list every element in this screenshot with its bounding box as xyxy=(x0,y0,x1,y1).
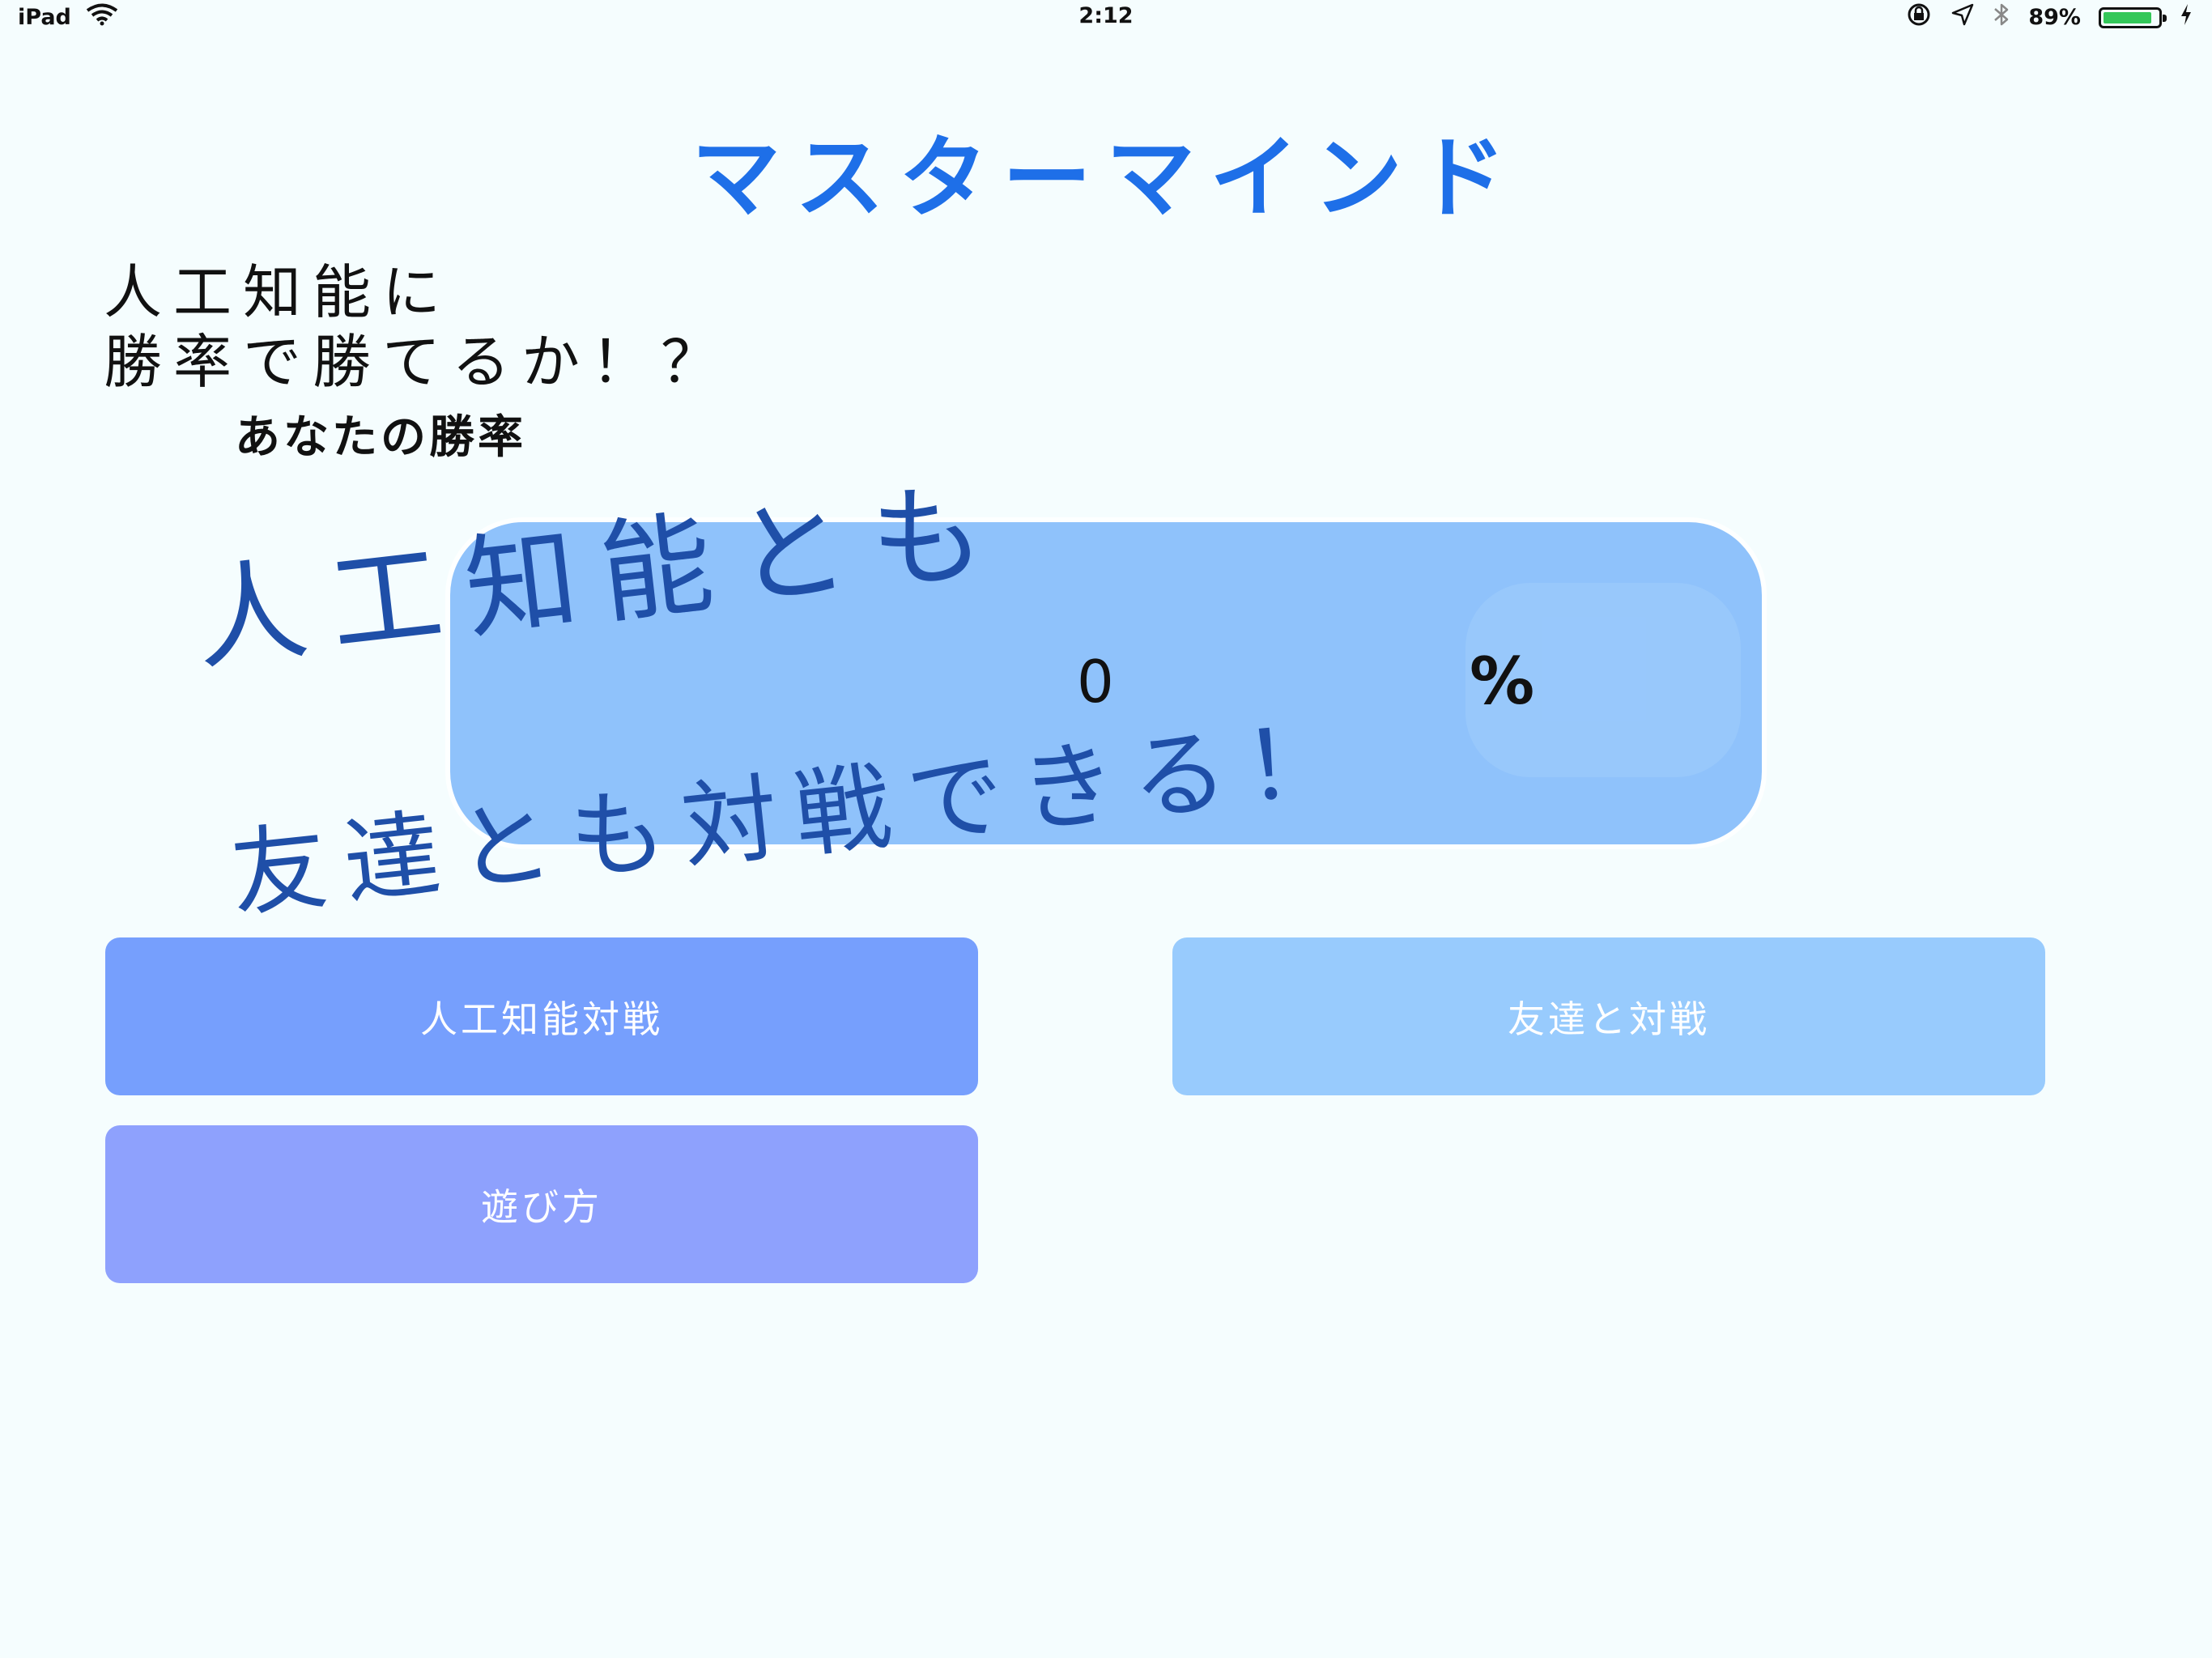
battery-cap xyxy=(2163,14,2167,22)
winrate-label: あなたの勝率 xyxy=(235,411,526,464)
winrate-percent-sign: % xyxy=(1470,644,1535,719)
location-icon xyxy=(1950,2,1975,32)
how-to-play-label: 遊び方 xyxy=(481,1184,602,1229)
charging-icon xyxy=(2180,3,2193,32)
how-to-play-button[interactable]: 遊び方 xyxy=(105,1125,978,1283)
tagline-line-1: 人工知能に xyxy=(104,258,453,326)
ai-battle-label: 人工知能対戦 xyxy=(420,997,663,1041)
status-time: 2:12 xyxy=(1078,3,1134,28)
status-right: 89% xyxy=(1905,2,2193,33)
status-bar: iPad 2:12 89% xyxy=(0,0,2212,34)
bluetooth-icon xyxy=(1993,2,2010,33)
friend-battle-label: 友達と対戦 xyxy=(1508,997,1710,1041)
friend-battle-button[interactable]: 友達と対戦 xyxy=(1172,937,2045,1095)
battery-icon xyxy=(2099,6,2167,28)
tagline-line-2: 勝率で勝てるか！？ xyxy=(104,328,731,396)
battery-fill xyxy=(2104,11,2151,23)
app-title: マスターマインド xyxy=(691,126,1521,230)
ai-battle-button[interactable]: 人工知能対戦 xyxy=(105,937,978,1095)
battery-percent: 89% xyxy=(2028,5,2081,30)
rotation-lock-icon xyxy=(1905,2,1933,32)
tagline: 人工知能に 勝率で勝てるか！？ xyxy=(104,257,730,397)
